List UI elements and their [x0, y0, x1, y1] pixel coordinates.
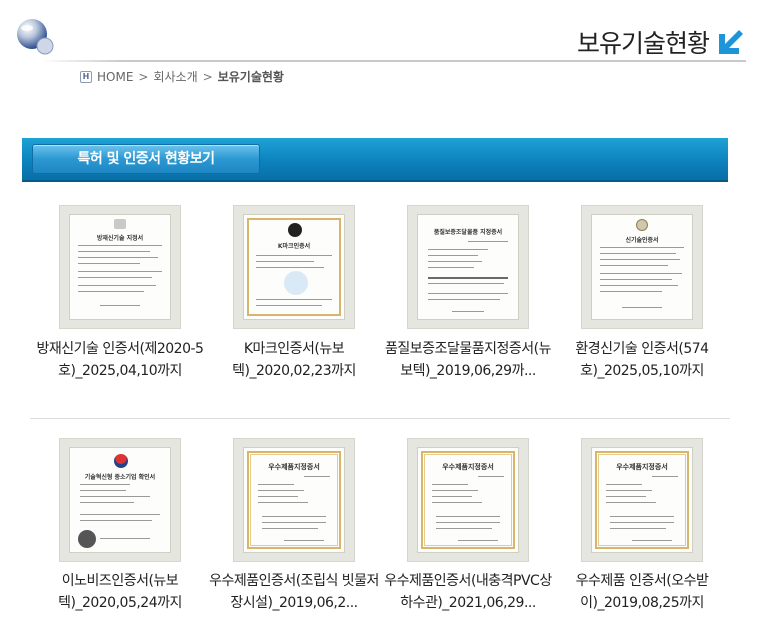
certificate-thumbnail[interactable]: 우수제품지정증서 [233, 438, 355, 562]
certificate-thumbnail[interactable]: 신기술인증서 [581, 205, 703, 329]
certificate-caption[interactable]: 환경신기술 인증서(574호)_2025,05,10까지 [555, 338, 729, 382]
breadcrumb-parent[interactable]: 회사소개 [153, 68, 197, 85]
certificate-thumbnail[interactable]: 품질보증조달물품 지정증서 [407, 205, 529, 329]
certificate-thumbnail[interactable]: 우수제품지정증서 [581, 438, 703, 562]
breadcrumb-separator: > [138, 69, 149, 84]
certificate-thumbnail[interactable]: 우수제품지정증서 [407, 438, 529, 562]
certificate-caption[interactable]: 품질보증조달물품지정증서(뉴보텍)_2019,06,29까... [381, 338, 555, 382]
certificate-thumbnail[interactable]: K마크인증서 [233, 205, 355, 329]
certificate-caption[interactable]: 이노비즈인증서(뉴보텍)_2020,05,24까지 [33, 570, 207, 614]
certificate-caption[interactable]: K마크인증서(뉴보텍)_2020,02,23까지 [207, 338, 381, 382]
certificate-thumbnail[interactable]: 방재신기술 지정서 [59, 205, 181, 329]
certificate-caption[interactable]: 우수제품인증서(조립식 빗물저장시설)_2019,06,2... [207, 570, 381, 614]
certificate-caption[interactable]: 우수제품인증서(내충격PVC상하수관)_2021,06,29... [381, 570, 555, 614]
view-certificates-button[interactable]: 특허 및 인증서 현황보기 [32, 144, 260, 174]
arrow-down-left-icon [719, 30, 743, 54]
logo-orb-icon [17, 19, 54, 55]
row-divider [30, 418, 730, 419]
page-title: 보유기술현황 [576, 29, 710, 58]
certificate-caption[interactable]: 방재신기술 인증서(제2020-5호)_2025,04,10까지 [33, 338, 207, 382]
breadcrumb-separator: > [202, 69, 213, 84]
certificate-thumbnail[interactable]: 기술혁신형 중소기업 확인서 [59, 438, 181, 562]
certificate-caption[interactable]: 우수제품 인증서(오수받이)_2019,08,25까지 [555, 570, 729, 614]
breadcrumb-current: 보유기술현황 [217, 70, 284, 84]
section-header-bar: 특허 및 인증서 현황보기 [22, 138, 728, 182]
breadcrumb: H HOME > 회사소개 > 보유기술현황 [80, 68, 284, 85]
home-icon[interactable]: H [80, 70, 92, 83]
breadcrumb-home[interactable]: HOME [97, 70, 133, 84]
title-divider [40, 60, 746, 62]
